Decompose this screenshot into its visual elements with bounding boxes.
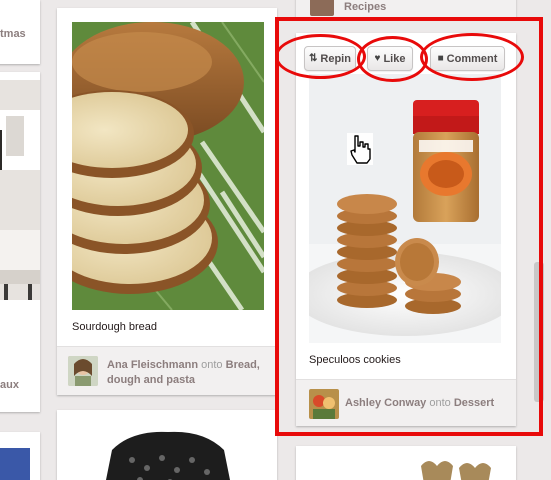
left-pin-image-bottom (0, 448, 30, 480)
pin-attribution: Ashley Conway onto Dessert (296, 379, 516, 426)
left-pin-card-top[interactable]: tmas (0, 0, 40, 64)
attribution-line-1: Ashley Conway onto Dessert (345, 396, 494, 411)
left-card-partial-label: tmas (0, 28, 26, 40)
pin-card-speculoos[interactable]: Speculoos cookies Ashley Conway onto Des… (296, 33, 516, 426)
board-name[interactable]: Dessert (454, 397, 494, 409)
pinner-avatar[interactable] (309, 389, 339, 419)
repin-button[interactable]: ⇅ Repin (304, 46, 356, 71)
pin-card-sweater[interactable] (57, 410, 277, 480)
board-label[interactable]: Recipes (344, 1, 386, 13)
hand-cursor-icon (347, 133, 373, 165)
comment-label: Comment (446, 52, 498, 65)
top-board-strip[interactable]: Recipes (296, 0, 516, 18)
left-pin-card-bottom[interactable] (0, 432, 40, 480)
scrollbar-thumb[interactable] (534, 262, 544, 402)
pin-image-partial (309, 456, 501, 480)
like-label: Like (383, 52, 406, 65)
pin-image-sourdough-bread[interactable] (72, 22, 264, 310)
pin-image-speculoos-cookies[interactable] (309, 74, 501, 343)
pin-caption: Speculoos cookies (309, 354, 401, 366)
comment-button[interactable]: ■ Comment (430, 46, 505, 71)
pin-caption: Sourdough bread (72, 321, 158, 333)
pinner-avatar[interactable] (68, 356, 98, 386)
like-button[interactable]: ♥ Like (367, 46, 413, 71)
avatar-image (68, 356, 98, 386)
repin-icon: ⇅ (309, 53, 318, 64)
board-name-continued[interactable]: dough and pasta (107, 374, 195, 386)
left-pin-image (0, 80, 40, 300)
left-card-partial-label: aux (0, 379, 19, 391)
heart-icon: ♥ (374, 53, 381, 64)
onto-text: onto (201, 359, 223, 371)
repin-label: Repin (320, 52, 351, 65)
pin-card-sourdough[interactable]: Sourdough bread Ana Fleischmann onto Bre… (57, 8, 277, 395)
comment-icon: ■ (437, 53, 444, 64)
pinner-name[interactable]: Ana Fleischmann (107, 359, 198, 371)
board-avatar (310, 0, 334, 16)
board-name[interactable]: Bread, (226, 359, 260, 371)
attribution-line-1: Ana Fleischmann onto Bread, (107, 358, 260, 373)
pin-attribution: Ana Fleischmann onto Bread, dough and pa… (57, 346, 277, 395)
onto-text: onto (429, 397, 451, 409)
avatar-image (309, 389, 339, 419)
pin-image-sweater[interactable] (72, 420, 264, 480)
pinner-name[interactable]: Ashley Conway (345, 397, 426, 409)
left-pin-card-mid[interactable]: aux (0, 72, 40, 412)
attribution-line-2: dough and pasta (107, 373, 195, 388)
pin-card-partial-bottom-right[interactable] (296, 446, 516, 480)
